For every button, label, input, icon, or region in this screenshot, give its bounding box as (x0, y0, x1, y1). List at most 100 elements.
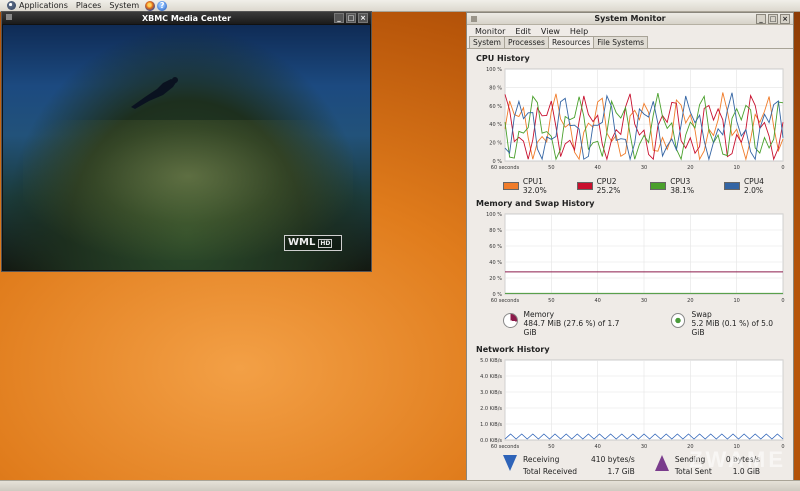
places-menu[interactable]: Places (72, 0, 105, 12)
cpu1-label: CPU1 32.0% (522, 177, 547, 195)
window-menu-icon[interactable] (471, 16, 477, 22)
memory-y-tick: 20 % (489, 276, 502, 282)
swap-legend-item: Swap 5.2 MiB (0.1 %) of 5.0 GiB (670, 310, 785, 337)
network-history-chart: 5.0 KiB/s 4.0 KiB/s 3.0 KiB/s 2.0 KiB/s 1.0 … (480, 358, 785, 450)
memory-x-tick: 30 (641, 298, 647, 304)
memory-graph: 100 % 80 % 60 % 40 % 20 % 0 % 60 seconds 50 40 30… (475, 210, 785, 306)
receiving-value: 410 bytes/s (591, 455, 635, 464)
memory-y-tick: 100 % (486, 212, 502, 218)
cpu-legend: CPU1 32.0% CPU2 25.2% CPU3 38.1% CPU4 2.… (503, 177, 785, 195)
cpu2-legend: CPU2 25.2% (576, 177, 643, 195)
sending-arrow-icon[interactable] (654, 455, 669, 471)
channel-logo-text: WML (288, 237, 316, 248)
tab-processes[interactable]: Processes (503, 36, 549, 48)
cpu-x-tick: 40 (594, 165, 600, 171)
menu-edit[interactable]: Edit (510, 27, 536, 36)
menu-monitor[interactable]: Monitor (470, 27, 510, 36)
swap-label: Swap (691, 310, 712, 319)
window-menu-icon[interactable] (6, 14, 12, 20)
help-icon[interactable]: ? (157, 0, 168, 11)
network-y-tick: 4.0 KiB/s (480, 374, 502, 380)
diver-silhouette (131, 77, 178, 109)
memory-y-tick: 80 % (489, 228, 502, 234)
receiving-label: Receiving (523, 455, 560, 464)
cpu-y-tick: 20 % (489, 141, 502, 147)
cpu-x-tick: 20 (687, 165, 693, 171)
cpu-graph: 100 % 80 % 60 % 40 % 20 % 0 % 60 seconds 50 40 30… (475, 65, 785, 173)
close-button[interactable]: × (780, 14, 790, 24)
cpu3-color-swatch[interactable] (650, 182, 667, 190)
cpu4-label: CPU4 2.0% (743, 177, 764, 195)
cpu4-legend: CPU4 2.0% (724, 177, 785, 195)
memory-y-tick: 40 % (489, 260, 502, 266)
cpu2-color-swatch[interactable] (576, 182, 593, 190)
total-received-label: Total Received (523, 467, 578, 476)
memory-x-tick: 50 (548, 298, 554, 304)
network-x-tick: 30 (641, 444, 647, 450)
cpu-history-chart: 100 %80 %60 %40 %20 %0 %60 seconds 50 40 30… (486, 67, 784, 171)
xbmc-title: XBMC Media Center (141, 13, 232, 23)
cpu-x-tick: 10 (733, 165, 739, 171)
cpu-y-tick: 40 % (489, 122, 502, 128)
memory-x-tick: 10 (733, 298, 739, 304)
memory-history-title: Memory and Swap History (476, 199, 595, 208)
cpu-x-tick: 30 (641, 165, 647, 171)
cpu-x-tick: 0 (781, 165, 784, 171)
cpu-x-tick: 50 (548, 165, 554, 171)
cpu2-label: CPU2 25.2% (596, 177, 621, 195)
network-y-tick: 1.0 KiB/s (480, 422, 502, 428)
cpu-y-tick: 60 % (489, 104, 502, 110)
network-x-tick: 50 (548, 444, 554, 450)
watermark: ZWAME (689, 447, 786, 472)
tab-resources[interactable]: Resources (547, 36, 595, 48)
memory-x-tick: 40 (594, 298, 600, 304)
network-x-tick: 40 (594, 444, 600, 450)
xbmc-titlebar[interactable]: XBMC Media Center _ □ × (2, 12, 371, 24)
receiving-legend-item: Receiving 410 bytes/s Total Received 1.7… (503, 455, 635, 476)
network-y-tick: 5.0 KiB/s (480, 358, 502, 364)
memory-y-tick: 60 % (489, 244, 502, 250)
bottom-panel (0, 480, 800, 491)
system-monitor-titlebar[interactable]: System Monitor _ □ × (467, 13, 793, 25)
cpu-history-title: CPU History (476, 54, 530, 63)
places-menu-label: Places (75, 1, 102, 10)
tab-system[interactable]: System (469, 36, 505, 48)
memory-pie-icon[interactable] (503, 313, 518, 328)
menu-view[interactable]: View (536, 27, 565, 36)
network-graph: 5.0 KiB/s 4.0 KiB/s 3.0 KiB/s 2.0 KiB/s 1.0 … (475, 356, 785, 452)
memory-x-tick: 20 (687, 298, 693, 304)
maximize-button[interactable]: □ (768, 14, 778, 24)
maximize-button[interactable]: □ (346, 13, 356, 23)
memory-x-tick: 0 (781, 298, 784, 304)
system-menu[interactable]: System (105, 0, 143, 12)
minimize-button[interactable]: _ (756, 14, 766, 24)
menu-help[interactable]: Help (565, 27, 593, 36)
system-monitor-title: System Monitor (594, 14, 666, 23)
cpu1-legend: CPU1 32.0% (503, 177, 569, 195)
cpu1-color-swatch[interactable] (503, 182, 519, 190)
swap-value: 5.2 MiB (0.1 %) of 5.0 GiB (691, 319, 774, 337)
network-y-tick: 2.0 KiB/s (480, 406, 502, 412)
cpu4-color-swatch[interactable] (724, 182, 740, 190)
applications-menu[interactable]: Applications (0, 0, 72, 12)
cpu3-label: CPU3 38.1% (670, 177, 695, 195)
minimize-button[interactable]: _ (334, 13, 344, 23)
close-button[interactable]: × (358, 13, 368, 23)
memory-label: Memory (523, 310, 555, 319)
tab-file-systems[interactable]: File Systems (593, 36, 649, 48)
memory-value: 484.7 MiB (27.6 %) of 1.7 GiB (523, 319, 620, 337)
tab-bar: System Processes Resources File Systems (467, 36, 793, 49)
memory-legend-item: Memory 484.7 MiB (27.6 %) of 1.7 GiB (503, 310, 631, 337)
swap-pie-icon[interactable] (670, 313, 686, 328)
receiving-arrow-icon[interactable] (503, 455, 517, 471)
firefox-icon[interactable] (145, 0, 156, 11)
applications-menu-label: Applications (19, 1, 68, 10)
video-frame[interactable]: WML HD (3, 25, 370, 270)
memory-x-tick: 60 seconds (491, 298, 520, 304)
network-history-title: Network History (476, 345, 550, 354)
channel-logo: WML HD (284, 235, 342, 251)
memory-legend: Memory 484.7 MiB (27.6 %) of 1.7 GiB Swap… (503, 310, 785, 337)
memory-history-chart: 100 %80 %60 %40 %20 %0 %60 seconds 50 40 30… (486, 212, 784, 304)
hd-badge: HD (318, 239, 333, 248)
ubuntu-logo-icon (7, 1, 16, 10)
